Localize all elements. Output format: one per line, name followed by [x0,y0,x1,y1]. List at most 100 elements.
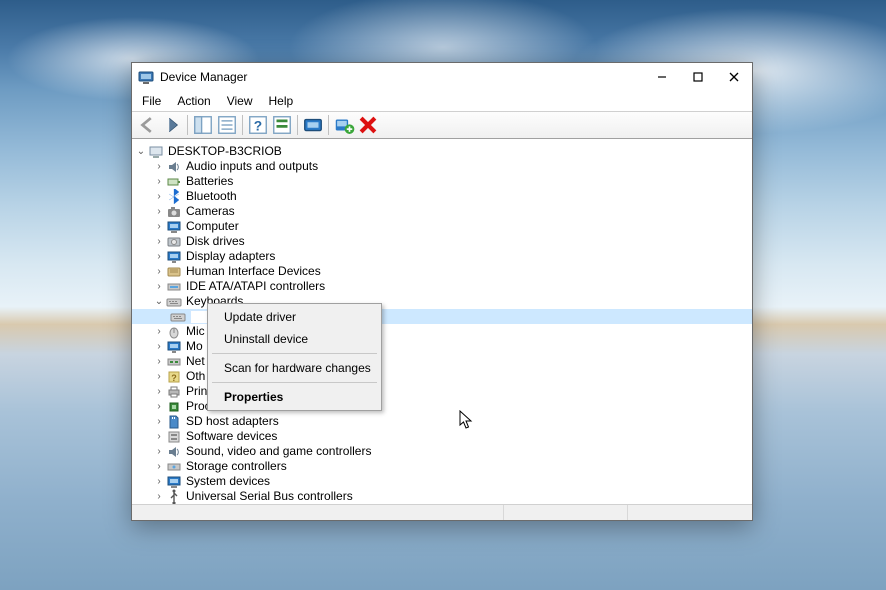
statusbar [132,504,752,520]
tree-item-label[interactable]: Cameras [186,204,235,219]
tree-item-label[interactable]: Prin [186,384,207,399]
tree-item-label[interactable]: Display adapters [186,249,275,264]
printer-icon [166,384,182,400]
menu-view[interactable]: View [219,92,261,110]
context-menu-separator [212,353,377,354]
expand-icon[interactable]: › [152,174,166,189]
toolbar-separator [297,115,298,135]
scan-hardware-button[interactable] [302,114,324,136]
uninstall-device-button[interactable] [357,114,379,136]
camera-icon [166,204,182,220]
expand-icon[interactable]: › [152,159,166,174]
expand-icon[interactable]: › [152,474,166,489]
tree-item-label[interactable]: SD host adapters [186,414,279,429]
expand-icon[interactable]: › [152,204,166,219]
tree-item-label[interactable]: Oth [186,369,205,384]
storage-icon [166,459,182,475]
menu-file[interactable]: File [134,92,169,110]
help-toolbar-button[interactable]: ? [247,114,269,136]
toolbar-separator [242,115,243,135]
window-title: Device Manager [160,70,247,84]
maximize-button[interactable] [680,63,716,91]
context-menu-uninstall-device[interactable]: Uninstall device [210,328,379,350]
context-menu: Update driver Uninstall device Scan for … [207,303,382,411]
expand-icon[interactable]: › [152,414,166,429]
other-devices-icon: ? [166,369,182,385]
tree-item-label[interactable]: Disk drives [186,234,245,249]
expand-icon[interactable]: › [152,444,166,459]
menubar: File Action View Help [132,91,752,111]
tree-item-label[interactable]: Audio inputs and outputs [186,159,318,174]
expand-icon[interactable]: › [152,459,166,474]
tree-item-label[interactable]: System devices [186,474,270,489]
collapse-icon[interactable]: ⌄ [152,294,166,309]
tree-item-label[interactable]: Net [186,354,205,369]
toolbar: ? [132,111,752,139]
battery-icon [166,174,182,190]
statusbar-cell [503,505,628,520]
disk-icon [166,234,182,250]
tree-item-label[interactable]: Human Interface Devices [186,264,321,279]
tree-item-label[interactable]: Batteries [186,174,233,189]
bluetooth-icon [166,189,182,205]
properties-toolbar-button[interactable] [216,114,238,136]
toolbar-separator [187,115,188,135]
titlebar[interactable]: Device Manager [132,63,752,91]
audio-icon [166,159,182,175]
expand-icon[interactable]: › [152,339,166,354]
collapse-icon[interactable]: ⌄ [134,144,148,159]
tree-item-label[interactable]: Universal Serial Bus controllers [186,489,353,504]
context-menu-scan-hardware[interactable]: Scan for hardware changes [210,357,379,379]
add-hardware-button[interactable] [333,114,355,136]
tree-item-label[interactable]: Mic [186,324,205,339]
tree-view[interactable]: ⌄ DESKTOP-B3CRIOB › Audio inputs and outp… [132,139,752,504]
statusbar-cell [132,505,503,520]
menu-help[interactable]: Help [261,92,302,110]
expand-icon[interactable]: › [152,489,166,504]
expand-icon[interactable]: › [152,324,166,339]
expand-icon[interactable]: › [152,354,166,369]
expand-icon[interactable]: › [152,279,166,294]
expand-icon[interactable]: › [152,249,166,264]
tree-item-label[interactable]: Software devices [186,429,277,444]
ide-icon [166,279,182,295]
back-button[interactable] [137,114,159,136]
computer-icon [166,219,182,235]
expand-icon[interactable]: › [152,384,166,399]
monitor-icon [166,339,182,355]
menu-action[interactable]: Action [169,92,218,110]
context-menu-separator [212,382,377,383]
statusbar-cell [627,505,752,520]
close-button[interactable] [716,63,752,91]
system-icon [166,474,182,490]
tree-root-label[interactable]: DESKTOP-B3CRIOB [168,144,282,159]
usb-icon [166,489,182,505]
expand-icon[interactable]: › [152,189,166,204]
tree-item-label[interactable]: Bluetooth [186,189,237,204]
show-hide-console-tree-button[interactable] [192,114,214,136]
software-icon [166,429,182,445]
expand-icon[interactable]: › [152,264,166,279]
tree-item-label[interactable]: IDE ATA/ATAPI controllers [186,279,325,294]
svg-text:?: ? [171,373,177,383]
expand-icon[interactable]: › [152,399,166,414]
minimize-button[interactable] [644,63,680,91]
tree-item-label[interactable]: Mo [186,339,203,354]
keyboard-icon [170,309,186,325]
action-toolbar-button[interactable] [271,114,293,136]
forward-button[interactable] [161,114,183,136]
mouse-icon [166,324,182,340]
expand-icon[interactable]: › [152,234,166,249]
computer-icon [148,144,164,160]
sound-icon [166,444,182,460]
svg-text:?: ? [254,119,262,134]
context-menu-properties[interactable]: Properties [210,386,379,408]
hid-icon [166,264,182,280]
expand-icon[interactable]: › [152,369,166,384]
tree-item-label[interactable]: Storage controllers [186,459,287,474]
tree-item-label[interactable]: Sound, video and game controllers [186,444,371,459]
expand-icon[interactable]: › [152,429,166,444]
expand-icon[interactable]: › [152,219,166,234]
context-menu-update-driver[interactable]: Update driver [210,306,379,328]
tree-item-label[interactable]: Computer [186,219,239,234]
